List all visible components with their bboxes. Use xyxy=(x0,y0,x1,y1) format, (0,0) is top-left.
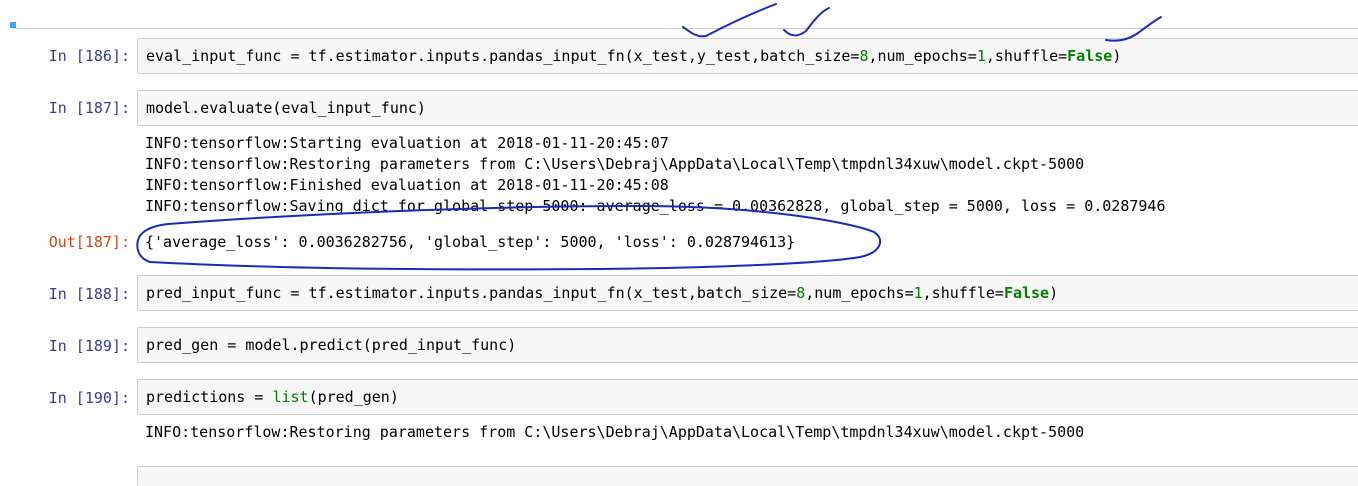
code-cell-187[interactable]: model.evaluate(eval_input_func) xyxy=(137,90,1358,126)
code-line-187: model.evaluate(eval_input_func) xyxy=(146,99,426,117)
code-line-189: pred_gen = model.predict(pred_input_func… xyxy=(146,336,517,354)
log-line-5: INFO:tensorflow:Restoring parameters fro… xyxy=(145,423,1085,441)
code-cell-next[interactable] xyxy=(137,466,1358,486)
previous-cell-divider xyxy=(14,28,1358,29)
output-result-187: {'average_loss': 0.0036282756, 'global_s… xyxy=(145,233,796,251)
log-line-1: INFO:tensorflow:Starting evaluation at 2… xyxy=(145,134,669,152)
log-line-2: INFO:tensorflow:Restoring parameters fro… xyxy=(145,155,1085,173)
checkmark-x-test xyxy=(682,3,777,38)
checkmark-y-test xyxy=(783,7,830,37)
output-prompt-187: Out[187]: xyxy=(48,233,130,251)
code-cell-190[interactable]: predictions = list(pred_gen) xyxy=(137,379,1358,415)
code-line-186: eval_input_func = tf.estimator.inputs.pa… xyxy=(146,47,1122,65)
input-prompt-186: In [186]: xyxy=(48,47,130,65)
input-prompt-188: In [188]: xyxy=(48,285,130,303)
input-prompt-190: In [190]: xyxy=(48,389,130,407)
code-cell-188[interactable]: pred_input_func = tf.estimator.inputs.pa… xyxy=(137,275,1358,311)
input-prompt-187: In [187]: xyxy=(48,99,130,117)
code-cell-186[interactable]: eval_input_func = tf.estimator.inputs.pa… xyxy=(137,38,1358,74)
log-line-4: INFO:tensorflow:Saving dict for global s… xyxy=(145,197,1166,215)
code-line-188: pred_input_func = tf.estimator.inputs.pa… xyxy=(146,284,1059,302)
input-prompt-189: In [189]: xyxy=(48,337,130,355)
code-cell-189[interactable]: pred_gen = model.predict(pred_input_func… xyxy=(137,327,1358,363)
log-line-3: INFO:tensorflow:Finished evaluation at 2… xyxy=(145,176,669,194)
code-line-190: predictions = list(pred_gen) xyxy=(146,388,399,406)
